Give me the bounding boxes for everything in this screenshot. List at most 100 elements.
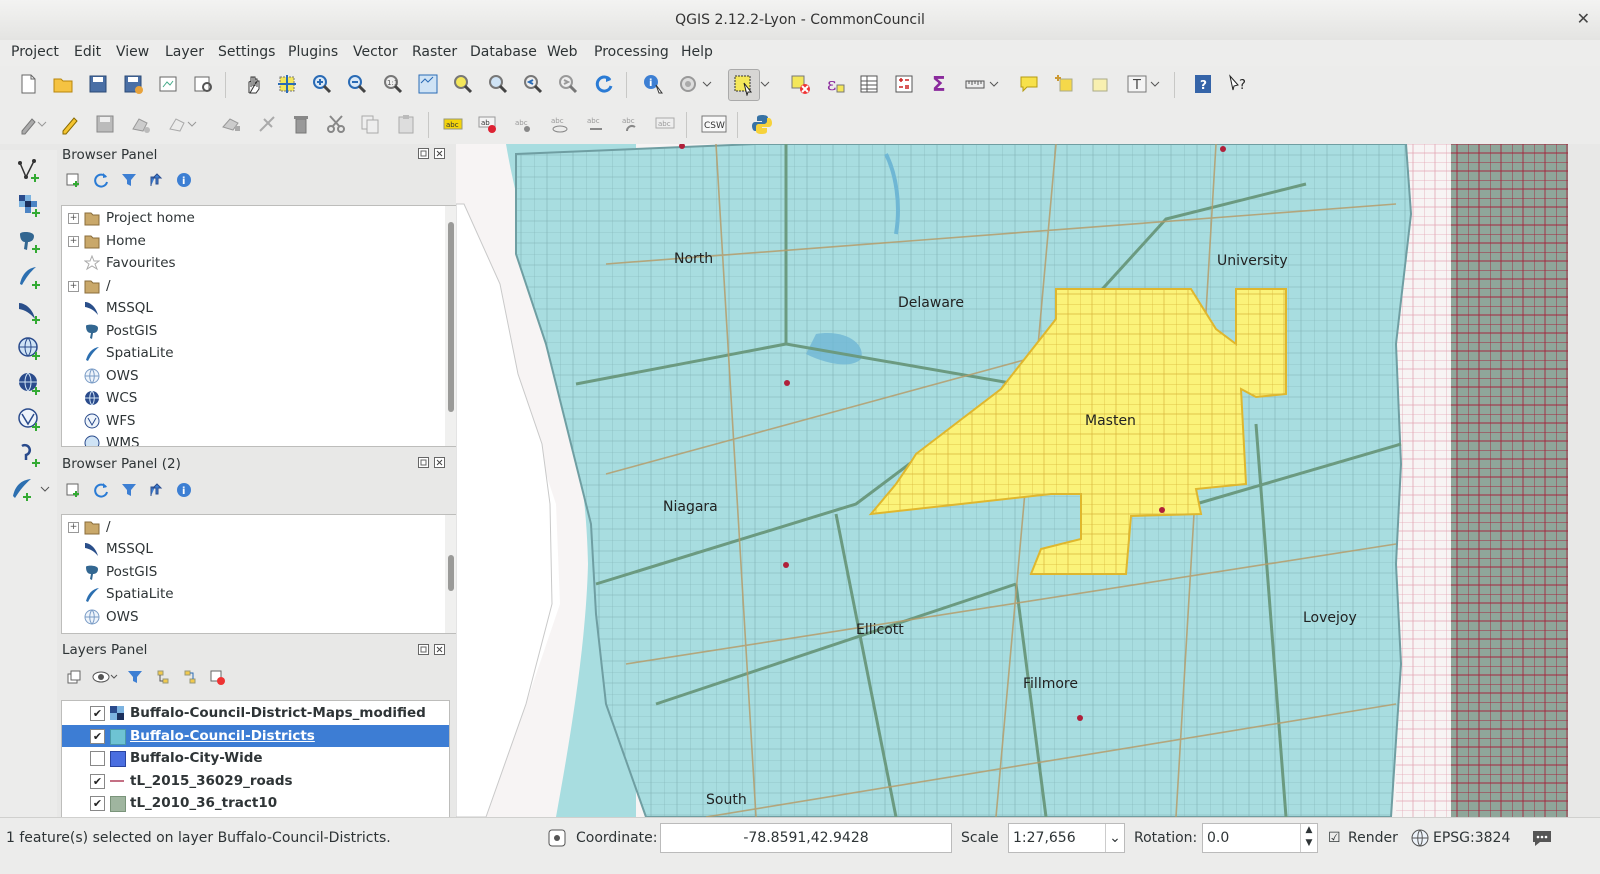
expand-icon[interactable]: + <box>68 281 79 292</box>
render-checkbox[interactable]: ☑ <box>1328 824 1341 852</box>
expand-icon[interactable]: + <box>68 213 79 224</box>
feature-action-dropdown-icon[interactable] <box>700 69 714 99</box>
measure-dropdown-icon[interactable] <box>987 69 1001 99</box>
attribute-table-icon[interactable] <box>854 69 884 99</box>
move-feature-dropdown-icon[interactable] <box>186 109 198 139</box>
layer-row-tracts[interactable]: ✔ tL_2010_36_tract10 <box>62 792 449 814</box>
manage-visibility-icon[interactable] <box>90 665 120 689</box>
map-canvas[interactable]: North Delaware University Masten Niagara… <box>456 144 1568 817</box>
csw-search-icon[interactable]: CSW <box>699 109 729 139</box>
layer-row-council-maps[interactable]: ✔ Buffalo-Council-District-Maps_modified <box>62 702 449 724</box>
add-group-icon[interactable] <box>62 665 86 689</box>
new-print-composer-icon[interactable] <box>153 69 183 99</box>
scale-select[interactable]: 1:27,656 ⌄ <box>1008 823 1125 853</box>
add-wfs-layer-icon[interactable] <box>14 404 44 434</box>
select-features-icon[interactable] <box>728 69 760 101</box>
help-contents-icon[interactable]: ? <box>1188 69 1218 99</box>
menu-project[interactable]: Project <box>11 44 59 60</box>
layers-filter-icon[interactable] <box>123 665 147 689</box>
menu-edit[interactable]: Edit <box>74 44 101 60</box>
save-layer-edits-icon[interactable] <box>90 109 120 139</box>
move-label-icon[interactable]: abc <box>580 109 610 139</box>
layer-visibility-checkbox[interactable]: ✔ <box>90 796 105 811</box>
browser-panel-float-icon[interactable] <box>418 148 429 162</box>
save-project-icon[interactable] <box>83 69 113 99</box>
rotation-spinbox[interactable]: 0.0 ▲ ▼ <box>1202 823 1318 853</box>
zoom-out-icon[interactable] <box>342 69 372 99</box>
coordinate-field[interactable]: -78.8591,42.9428 <box>660 823 952 853</box>
menu-processing[interactable]: Processing <box>594 44 669 60</box>
layer-row-council-districts[interactable]: ✔ Buffalo-Council-Districts <box>62 725 449 747</box>
chevron-down-icon[interactable]: ⌄ <box>1105 824 1124 852</box>
layer-visibility-checkbox[interactable]: ✔ <box>90 706 105 721</box>
tree-item-ows[interactable]: OWS <box>62 365 442 387</box>
layers-panel-close-icon[interactable] <box>434 644 445 658</box>
layer-visibility-checkbox[interactable]: ✔ <box>90 774 105 789</box>
rotate-label-icon[interactable]: abc <box>615 109 645 139</box>
browser-panel-close-icon[interactable] <box>434 148 445 162</box>
composer-manager-icon[interactable] <box>188 69 218 99</box>
python-console-icon[interactable] <box>747 109 777 139</box>
paste-features-icon[interactable] <box>391 109 421 139</box>
zoom-to-selection-icon[interactable] <box>448 69 478 99</box>
toggle-editing-icon[interactable] <box>55 109 85 139</box>
tree-item-home[interactable]: + Home <box>62 230 442 252</box>
zoom-to-layer-icon[interactable] <box>483 69 513 99</box>
select-by-expression-icon[interactable]: ε <box>820 69 850 99</box>
run-feature-action-icon[interactable] <box>673 69 703 99</box>
add-selected-layers-icon[interactable] <box>61 168 85 192</box>
zoom-in-icon[interactable] <box>307 69 337 99</box>
new-project-icon[interactable] <box>13 69 43 99</box>
tree-item-wfs[interactable]: WFS <box>62 410 442 432</box>
open-project-icon[interactable] <box>48 69 78 99</box>
messages-icon[interactable] <box>1528 824 1556 852</box>
expand-icon[interactable]: + <box>68 236 79 247</box>
browser-collapse-icon[interactable] <box>145 168 169 192</box>
menu-plugins[interactable]: Plugins <box>288 44 338 60</box>
menu-vector[interactable]: Vector <box>353 44 398 60</box>
statistics-sigma-icon[interactable]: Σ <box>924 69 954 99</box>
menu-help[interactable]: Help <box>681 44 713 60</box>
show-hide-labels-icon[interactable]: abc <box>544 109 574 139</box>
annotation-dropdown-icon[interactable] <box>1148 69 1162 99</box>
select-dropdown-icon[interactable] <box>758 69 772 99</box>
node-tool-icon[interactable] <box>216 109 246 139</box>
add-delimited-text-icon[interactable] <box>14 440 44 470</box>
crs-globe-icon[interactable] <box>1408 824 1432 852</box>
add-spatialite-layer-icon[interactable] <box>14 262 44 292</box>
layer-row-roads[interactable]: ✔ tL_2015_36029_roads <box>62 770 449 792</box>
refresh-icon[interactable] <box>589 69 619 99</box>
tree-item-project-home[interactable]: + Project home <box>62 207 442 229</box>
add-wms-layer-icon[interactable] <box>14 333 44 363</box>
layers-panel-float-icon[interactable] <box>418 644 429 658</box>
new-layer-dropdown-icon[interactable] <box>38 474 52 504</box>
zoom-actual-size-icon[interactable]: 1:1 <box>378 69 408 99</box>
browser-2-refresh-icon[interactable] <box>89 478 113 502</box>
add-raster-layer-icon[interactable] <box>14 190 44 220</box>
menu-settings[interactable]: Settings <box>218 44 275 60</box>
tree-item-postgis[interactable]: PostGIS <box>62 561 442 583</box>
delete-selected-icon[interactable] <box>286 109 316 139</box>
measure-line-icon[interactable] <box>960 69 990 99</box>
whats-this-icon[interactable]: ? <box>1223 69 1253 99</box>
change-label-icon[interactable]: abc <box>650 109 680 139</box>
browser-2-properties-icon[interactable]: i <box>172 478 196 502</box>
browser-filter-icon[interactable] <box>117 168 141 192</box>
new-bookmark-icon[interactable] <box>1050 69 1080 99</box>
add-wcs-layer-icon[interactable] <box>14 368 44 398</box>
add-feature-icon[interactable] <box>126 109 156 139</box>
tree-item-mssql[interactable]: MSSQL <box>62 297 442 319</box>
tree-item-root[interactable]: + / <box>62 516 442 538</box>
save-as-icon[interactable] <box>118 69 148 99</box>
browser-refresh-icon[interactable] <box>89 168 113 192</box>
copy-features-icon[interactable] <box>355 109 385 139</box>
map-tips-icon[interactable] <box>1014 69 1044 99</box>
close-window-button[interactable]: ✕ <box>1577 0 1590 38</box>
deselect-features-icon[interactable] <box>785 69 815 99</box>
crs-label[interactable]: EPSG:3824 <box>1433 824 1510 852</box>
tree-item-mssql[interactable]: MSSQL <box>62 538 442 560</box>
browser-2-filter-icon[interactable] <box>117 478 141 502</box>
expand-icon[interactable]: + <box>68 522 79 533</box>
zoom-next-icon[interactable] <box>553 69 583 99</box>
tree-item-favourites[interactable]: Favourites <box>62 252 442 274</box>
